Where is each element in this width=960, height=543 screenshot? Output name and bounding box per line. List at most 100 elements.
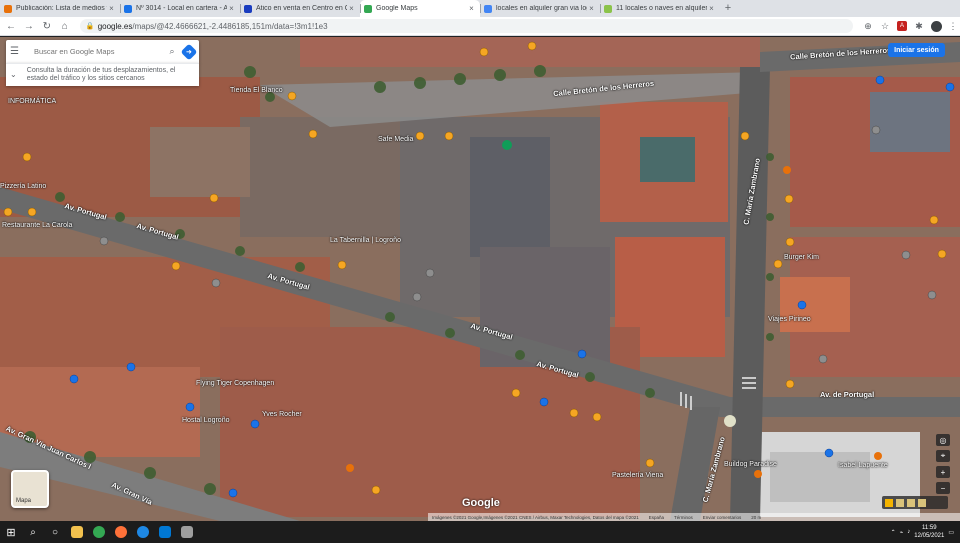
pegman-icon[interactable] — [885, 498, 893, 507]
close-icon[interactable]: × — [467, 4, 476, 13]
app-icon[interactable] — [176, 521, 198, 543]
poi-label[interactable]: Isabel Lapuente — [838, 462, 888, 470]
profile-icon[interactable] — [929, 19, 943, 33]
layer-label: Mapa — [16, 498, 32, 504]
close-icon[interactable]: × — [107, 4, 116, 13]
tab-title: locales en alquiler gran via logro — [496, 5, 587, 12]
satellite-map[interactable]: Calle Bretón de los Herreros Calle Bretó… — [0, 37, 960, 521]
notifications-icon[interactable]: ▭ — [948, 529, 954, 536]
browser-tab[interactable]: Publicación: Lista de medios for × — [0, 0, 120, 17]
close-icon[interactable]: × — [587, 4, 596, 13]
poi-label[interactable]: Burger Kim — [784, 254, 819, 262]
clock[interactable]: 11:59 12/05/2021 — [914, 524, 944, 540]
poi-label[interactable]: Tienda El Blanco — [230, 87, 283, 95]
tab-favicon — [604, 4, 612, 13]
street-label: Av. de Portugal — [820, 390, 875, 399]
commute-text: Consulta la duración de tus desplazamien… — [26, 67, 176, 82]
tray-chevron-icon[interactable]: ⌃ — [891, 529, 896, 536]
system-tray: ⌃ ⌁ ♪ 11:59 12/05/2021 ▭ — [891, 524, 960, 540]
zoom-out-button[interactable]: − — [936, 482, 950, 494]
chevron-down-icon[interactable]: ⌄ — [10, 70, 19, 79]
poi-label[interactable]: La Tabernilla | Logroño — [330, 237, 401, 245]
poi-label[interactable]: Pastelería Viena — [612, 472, 663, 480]
map-attribution: Imágenes ©2021 Google,Imágenes ©2021 CNE… — [428, 513, 960, 521]
browser-tab[interactable]: Ático en venta en Centro en Ce… × — [240, 0, 360, 17]
street-view-strip[interactable] — [882, 496, 948, 509]
poi-label[interactable]: Flying Tiger Copenhagen — [196, 380, 274, 388]
tab-title: Ático en venta en Centro en Ce… — [256, 5, 347, 12]
poi-label[interactable]: Yves Rocher — [262, 411, 302, 419]
browser-tab-active[interactable]: Google Maps × — [360, 0, 480, 17]
lock-icon[interactable]: 🔒 — [86, 22, 95, 30]
file-explorer-icon[interactable] — [66, 521, 88, 543]
clock-date: 12/05/2021 — [914, 533, 945, 539]
poi-label[interactable]: Restaurante La Carola — [2, 222, 72, 230]
chrome-icon[interactable] — [88, 521, 110, 543]
terms-link[interactable]: Términos — [674, 515, 693, 520]
tab-favicon — [4, 4, 12, 13]
maps-favicon — [364, 4, 372, 13]
browser-tab[interactable]: Nº 3014 - Local en cartera - Alqu × — [120, 0, 240, 17]
signin-button[interactable]: Iniciar sesión — [888, 43, 945, 57]
adobe-extension-icon: A — [897, 21, 908, 31]
tab-strip: Publicación: Lista de medios for × Nº 30… — [0, 0, 960, 17]
share-icon[interactable]: ⊕ — [861, 19, 875, 33]
country-link[interactable]: España — [649, 515, 664, 520]
clock-time: 11:59 — [922, 525, 937, 531]
task-view-icon[interactable]: ○ — [44, 521, 66, 543]
windows-taskbar: ⊞ ⌕ ○ ⌃ ⌁ ♪ 11:59 12/05/2021 ▭ — [0, 521, 960, 543]
star-icon[interactable]: ☆ — [878, 19, 892, 33]
poi-label[interactable]: Safe Media — [378, 136, 413, 144]
browser-tab[interactable]: 11 locales o naves en alquiler en × — [600, 0, 720, 17]
thumbnail[interactable] — [896, 498, 904, 507]
browser-tab[interactable]: locales en alquiler gran via logro × — [480, 0, 600, 17]
back-icon[interactable]: ← — [4, 19, 18, 33]
poi-label[interactable]: INFORMÁTICA — [8, 98, 56, 106]
maps-search-box: ☰ ⌕ ➜ — [6, 40, 199, 63]
feedback-link[interactable]: Enviar comentarios — [703, 515, 742, 520]
close-icon[interactable]: × — [707, 4, 716, 13]
close-icon[interactable]: × — [347, 4, 356, 13]
search-input[interactable] — [34, 47, 165, 56]
more-icon[interactable]: ⋮ — [946, 19, 960, 33]
compass-icon[interactable]: ◎ — [936, 434, 950, 446]
my-location-icon[interactable]: ⌖ — [936, 450, 950, 462]
poi-label[interactable]: Pizzería Latino — [0, 183, 46, 191]
thumbnail[interactable] — [907, 498, 915, 507]
directions-icon[interactable]: ➜ — [180, 43, 198, 60]
reload-icon[interactable]: ↻ — [40, 19, 54, 33]
hamburger-menu-icon[interactable]: ☰ — [10, 46, 24, 57]
search-icon[interactable]: ⌕ — [165, 46, 179, 57]
search-icon[interactable]: ⌕ — [22, 521, 44, 543]
close-icon[interactable]: × — [227, 4, 236, 13]
adobe-icon[interactable]: A — [895, 19, 909, 33]
attribution-text: Imágenes ©2021 Google,Imágenes ©2021 CNE… — [432, 514, 639, 520]
firefox-icon[interactable] — [110, 521, 132, 543]
home-icon[interactable]: ⌂ — [58, 19, 72, 33]
tab-title: 11 locales o naves en alquiler en — [616, 5, 707, 12]
google-logo: Google — [462, 497, 500, 509]
new-tab-button[interactable]: + — [720, 0, 736, 17]
address-bar[interactable]: 🔒 google.es /maps/@42.4666621,-2.4486185… — [79, 19, 854, 33]
browser-toolbar: ← → ↻ ⌂ 🔒 google.es /maps/@42.4666621,-2… — [0, 17, 960, 36]
poi-label[interactable]: Viajes Pirineo — [768, 316, 811, 324]
tab-title: Nº 3014 - Local en cartera - Alqu — [136, 5, 227, 12]
zoom-in-button[interactable]: + — [936, 466, 950, 478]
forward-icon[interactable]: → — [22, 19, 36, 33]
network-icon[interactable]: ⌁ — [900, 529, 904, 536]
thumbnail[interactable] — [918, 498, 926, 507]
commute-panel[interactable]: ⌄ Consulta la duración de tus desplazami… — [6, 63, 199, 86]
volume-icon[interactable]: ♪ — [907, 529, 910, 535]
edge-icon[interactable] — [132, 521, 154, 543]
layer-switcher[interactable]: Mapa — [11, 470, 49, 508]
scale-label: 20 m — [751, 514, 762, 520]
google-favicon — [484, 4, 492, 13]
poi-label[interactable]: Buildog Paradise — [724, 461, 777, 469]
map-imagery — [0, 37, 960, 521]
windows-start-icon[interactable]: ⊞ — [0, 521, 22, 543]
outlook-icon[interactable] — [154, 521, 176, 543]
profile-avatar — [930, 20, 942, 32]
extensions-icon[interactable]: ✱ — [912, 19, 926, 33]
poi-label[interactable]: Hostal Logroño — [182, 417, 229, 425]
tab-favicon — [244, 4, 252, 13]
